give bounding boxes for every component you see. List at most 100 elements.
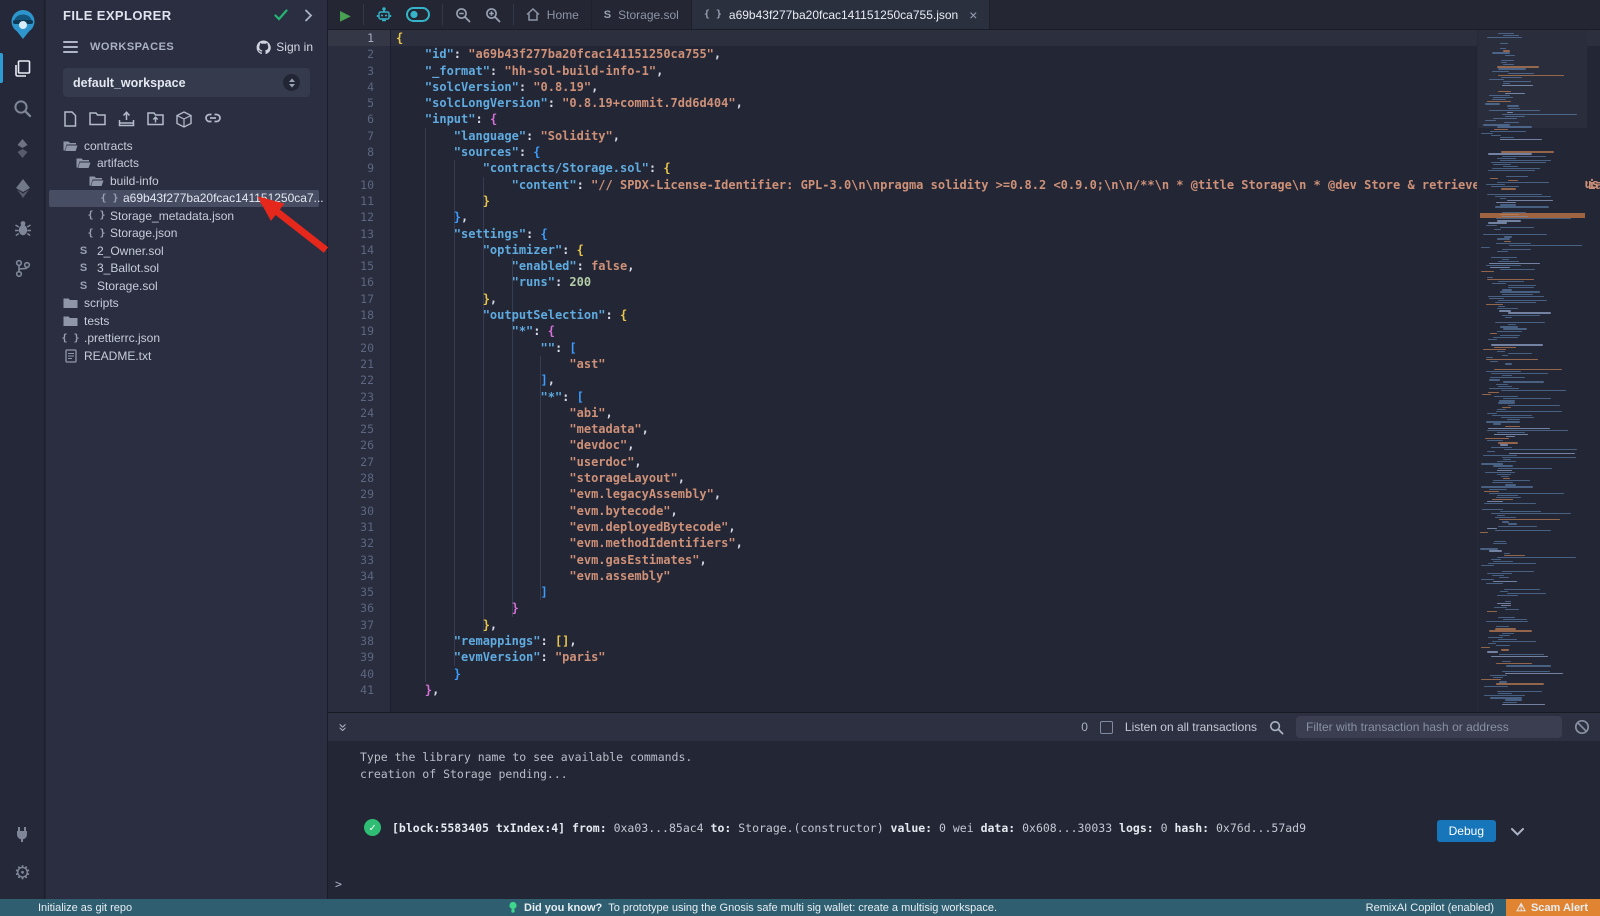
code-line: "evm.assembly" xyxy=(391,568,1600,584)
tree-item[interactable]: { }Storage.json xyxy=(46,225,327,243)
minimap-line xyxy=(1488,428,1550,429)
line-number: 13 xyxy=(328,226,390,242)
tab-Storage.sol[interactable]: SStorage.sol xyxy=(592,0,692,29)
copilot-toggle[interactable] xyxy=(406,7,430,22)
minimap-line xyxy=(1496,626,1509,627)
activity-deploy-run[interactable] xyxy=(0,168,45,208)
minimap-line xyxy=(1481,565,1493,566)
activity-search[interactable] xyxy=(0,88,45,128)
ipfs-box-icon[interactable] xyxy=(176,111,192,128)
minimap-line xyxy=(1497,158,1516,159)
activity-solidity-compiler[interactable] xyxy=(0,128,45,168)
minimap-line xyxy=(1491,162,1546,163)
tree-item[interactable]: { }.prettierrc.json xyxy=(46,330,327,348)
minimap-line xyxy=(1488,339,1498,340)
new-folder-icon[interactable] xyxy=(89,111,106,128)
tree-item[interactable]: artifacts xyxy=(46,155,327,173)
minimap-line xyxy=(1496,411,1561,412)
copilot-status[interactable]: RemixAI Copilot (enabled) xyxy=(1366,902,1494,914)
minimap-line xyxy=(1495,530,1551,531)
solidity-icon: S xyxy=(76,280,91,292)
minimap-line xyxy=(1501,77,1522,78)
scam-alert-button[interactable]: ⚠ Scam Alert xyxy=(1506,899,1600,916)
workspace-select[interactable]: default_workspace xyxy=(63,68,310,97)
zoom-out-icon[interactable] xyxy=(455,7,471,23)
tree-item[interactable]: tests xyxy=(46,312,327,330)
code-line: "runs": 200 xyxy=(391,274,1600,290)
minimap-line xyxy=(1508,324,1516,325)
tree-item[interactable]: { }Storage_metadata.json xyxy=(46,207,327,225)
minimap-line xyxy=(1485,472,1515,473)
minimap[interactable] xyxy=(1477,30,1587,712)
minimap-line xyxy=(1489,388,1518,389)
upload-file-icon[interactable] xyxy=(118,111,135,128)
minimap-line xyxy=(1505,116,1524,117)
tree-item[interactable]: scripts xyxy=(46,295,327,313)
minimap-line xyxy=(1486,371,1521,372)
activity-plugin-manager[interactable] xyxy=(0,813,45,853)
transaction-row[interactable]: ✓ [block:5583405 txIndex:4] from: 0xa03.… xyxy=(364,819,1530,836)
terminal-collapse-icon[interactable]: « xyxy=(335,723,350,731)
minimap-line xyxy=(1502,289,1512,290)
git-init-status[interactable]: Initialize as git repo xyxy=(0,902,132,914)
terminal-prompt[interactable]: > xyxy=(335,877,342,891)
minimap-line xyxy=(1502,633,1514,634)
chevron-right-icon[interactable] xyxy=(304,9,313,22)
minimap-line xyxy=(1500,291,1539,292)
minimap-line xyxy=(1487,651,1498,652)
run-script-icon[interactable]: ▶ xyxy=(340,8,351,22)
minimap-line xyxy=(1493,164,1511,165)
listen-transactions-checkbox[interactable] xyxy=(1100,721,1113,734)
link-icon[interactable] xyxy=(204,111,222,128)
minimap-line xyxy=(1495,206,1548,207)
minimap-line xyxy=(1506,665,1550,666)
tab-Home[interactable]: Home xyxy=(514,0,592,29)
upload-folder-icon[interactable] xyxy=(147,111,164,128)
sign-in-label: Sign in xyxy=(276,40,313,54)
debug-button[interactable]: Debug xyxy=(1437,820,1496,842)
minimap-line xyxy=(1500,198,1507,199)
activity-git[interactable] xyxy=(0,248,45,288)
minimap-line xyxy=(1484,503,1536,504)
tree-item[interactable]: SStorage.sol xyxy=(46,277,327,295)
activity-file-explorer[interactable] xyxy=(0,48,45,88)
minimap-line xyxy=(1487,451,1496,452)
zoom-in-icon[interactable] xyxy=(485,7,501,23)
minimap-line xyxy=(1508,523,1517,524)
activity-settings[interactable]: ⚙ xyxy=(0,853,45,893)
tx-expand-icon[interactable] xyxy=(1511,825,1524,839)
line-number: 3 xyxy=(328,63,390,79)
tree-item[interactable]: contracts xyxy=(46,137,327,155)
minimap-line xyxy=(1497,691,1543,692)
github-icon xyxy=(256,40,271,54)
minimap-line xyxy=(1497,351,1505,352)
minimap-line xyxy=(1491,344,1543,345)
tree-item[interactable]: { }a69b43f277ba20fcac141151250ca7... xyxy=(49,190,319,208)
tree-item[interactable]: build-info xyxy=(46,172,327,190)
code-editor[interactable]: 1234567891011121314151617181920212223242… xyxy=(328,30,1600,712)
minimap-line xyxy=(1482,509,1504,510)
sign-in-button[interactable]: Sign in xyxy=(256,40,313,54)
tree-item[interactable]: README.txt xyxy=(46,347,327,365)
tab-a69b43f277ba20fcac141151250ca755.json[interactable]: { }a69b43f277ba20fcac141151250ca755.json… xyxy=(692,0,991,29)
minimap-line xyxy=(1481,247,1490,248)
block-icon[interactable] xyxy=(1574,719,1590,735)
minimap-line xyxy=(1488,637,1503,638)
code-line: "remappings": [], xyxy=(391,633,1600,649)
activity-debugger[interactable] xyxy=(0,208,45,248)
tree-item[interactable]: S3_Ballot.sol xyxy=(46,260,327,278)
minimap-line xyxy=(1498,300,1547,301)
tree-item[interactable]: S2_Owner.sol xyxy=(46,242,327,260)
minimap-line xyxy=(1499,400,1515,401)
minimap-line xyxy=(1505,484,1516,485)
transaction-filter-input[interactable] xyxy=(1296,716,1562,738)
minimap-line xyxy=(1496,683,1544,684)
minimap-line xyxy=(1481,647,1490,648)
line-number: 27 xyxy=(328,454,390,470)
ai-assistant-icon[interactable] xyxy=(376,7,392,23)
workspace-menu-icon[interactable] xyxy=(63,38,78,56)
close-icon[interactable]: × xyxy=(969,7,977,23)
activity-remix-logo[interactable] xyxy=(0,0,45,48)
new-file-icon[interactable] xyxy=(63,111,77,128)
tx-summary: [block:5583405 txIndex:4] from: 0xa03...… xyxy=(392,821,1306,835)
